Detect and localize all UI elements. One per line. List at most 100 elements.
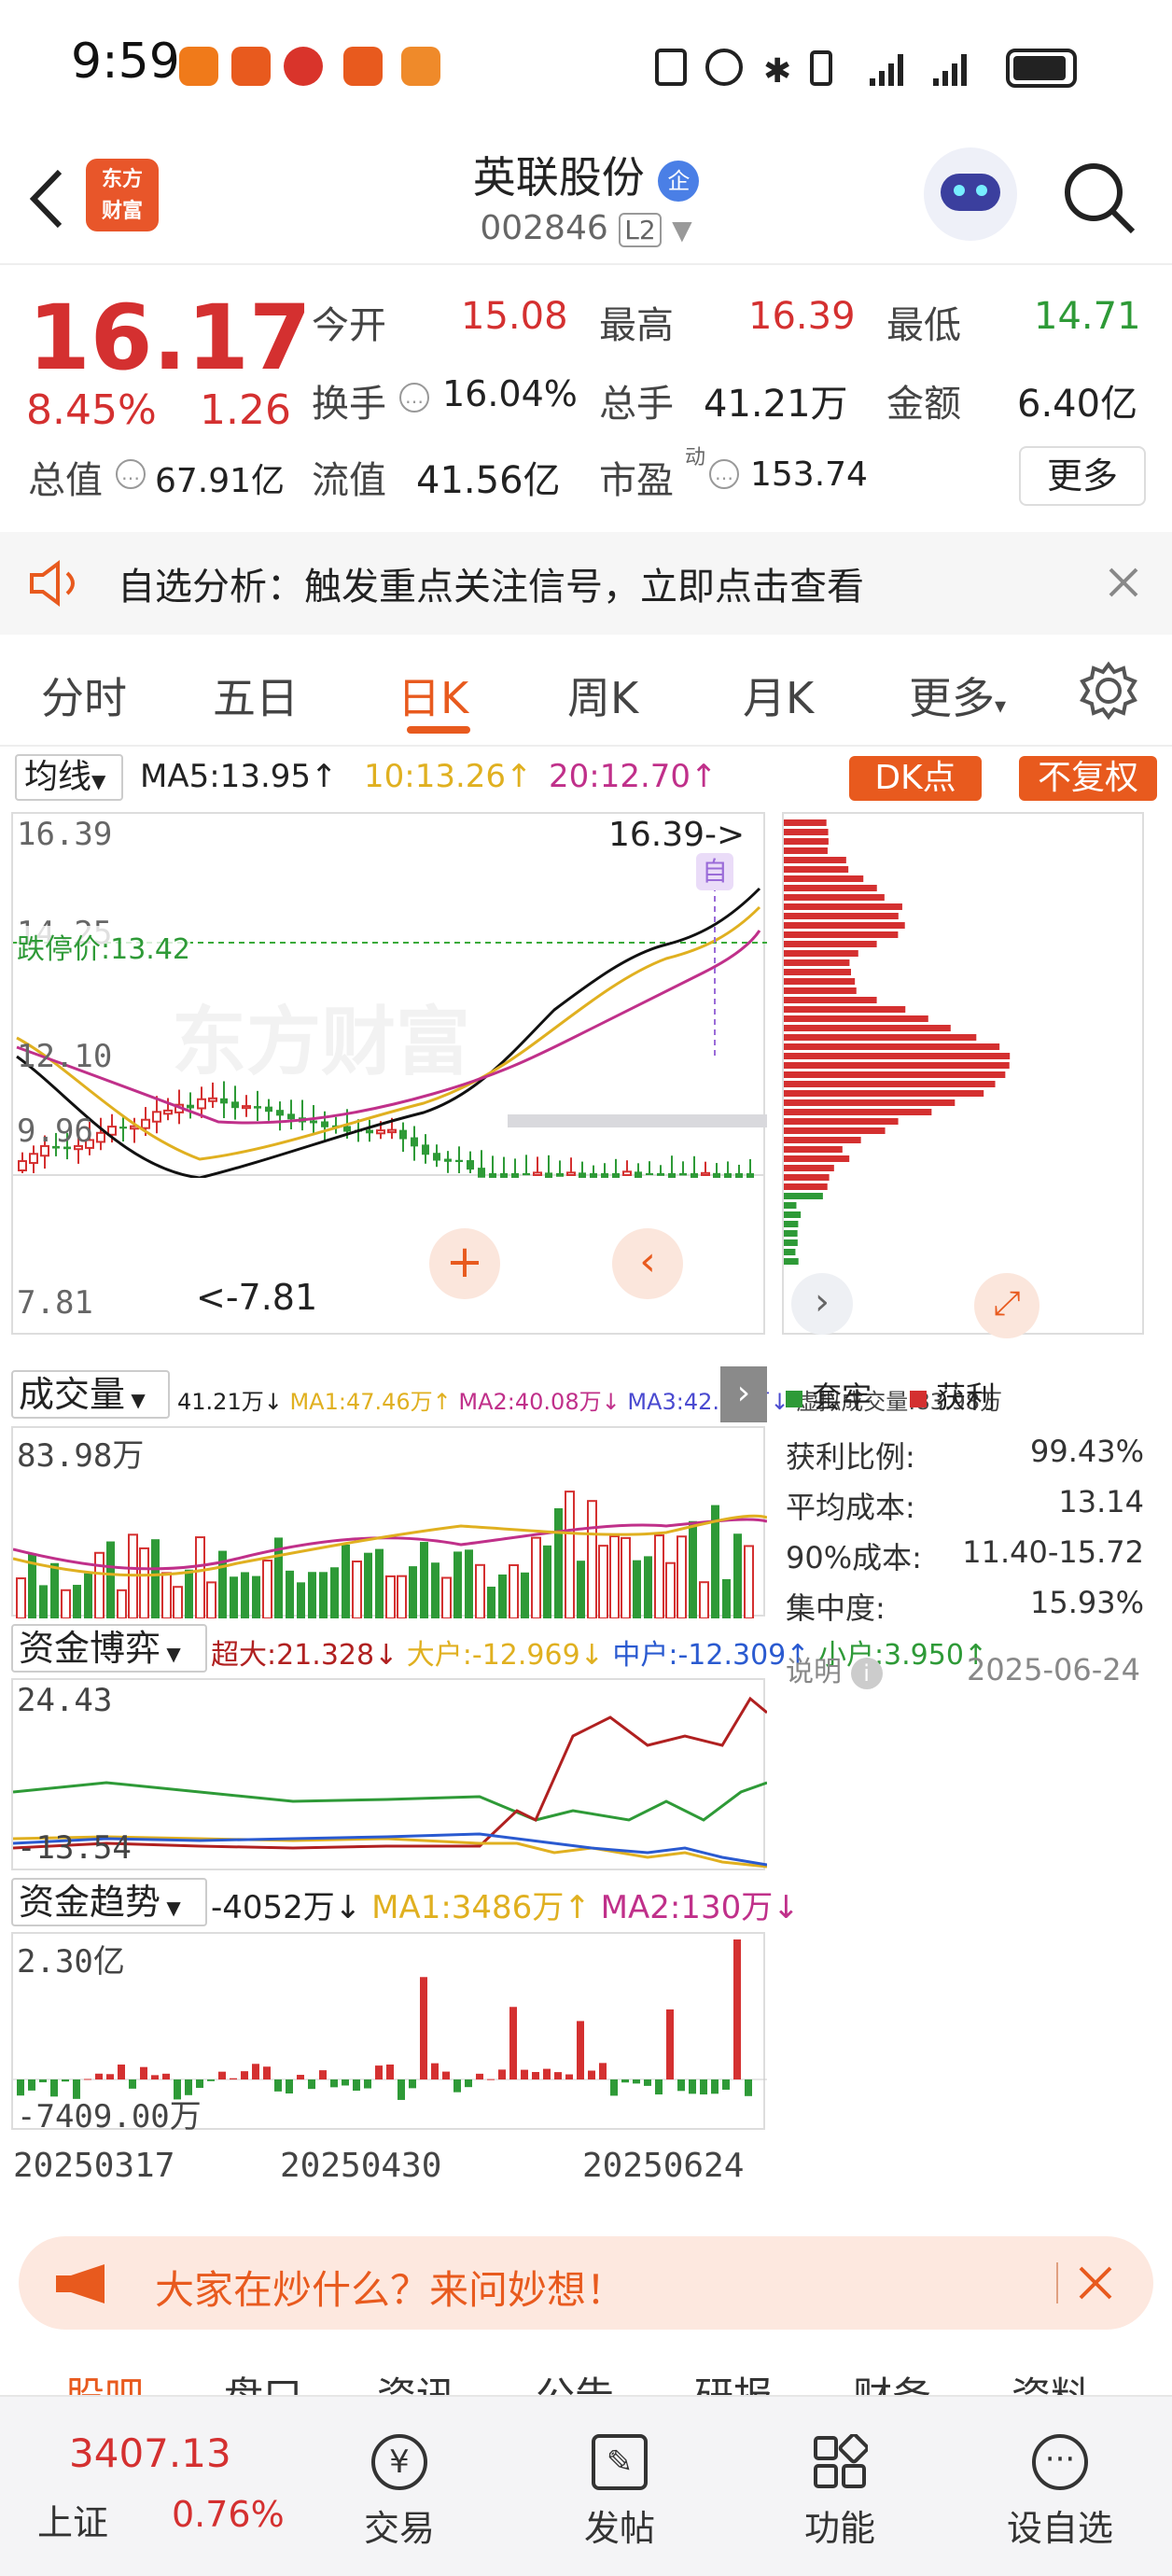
chip-bar xyxy=(784,1127,886,1134)
candle-body xyxy=(208,1097,217,1102)
chip-bar xyxy=(784,1137,861,1143)
chip-bar xyxy=(784,1258,799,1265)
fund-trend-select[interactable]: 资金趋势 ▼ xyxy=(11,1878,207,1926)
chip-note[interactable]: 说明 i xyxy=(786,1648,883,1689)
tab-news[interactable]: 资讯 xyxy=(377,2365,455,2395)
volume-bar xyxy=(565,1491,575,1618)
settings-gear-icon[interactable] xyxy=(1079,661,1138,721)
index-name[interactable]: 上证 xyxy=(37,2494,108,2545)
tab-monthly-k[interactable]: 月K xyxy=(743,665,814,726)
close-icon[interactable] xyxy=(1107,566,1140,599)
volume-indicator-select[interactable]: 成交量 ▼ xyxy=(11,1370,170,1419)
info-dots-icon[interactable]: … xyxy=(709,459,739,489)
tab-research[interactable]: 研报 xyxy=(694,2365,773,2395)
volume-bar xyxy=(241,1572,249,1618)
fund-trend-bar xyxy=(745,2079,752,2096)
candle-body xyxy=(152,1111,161,1123)
functions-button[interactable]: 功能 xyxy=(765,2432,914,2551)
analysis-notice[interactable]: 自选分析：触发重点关注信号，立即点击查看 xyxy=(0,532,1172,635)
tab-finance[interactable]: 财务 xyxy=(853,2365,931,2395)
tab-daily-k[interactable]: 日K xyxy=(398,665,468,726)
index-change[interactable]: 0.76% xyxy=(172,2494,285,2535)
kline-chart-area: 均线▼ MA5:13.95↑ 10:13.26↑ 20:12.70↑ DK点 不… xyxy=(0,747,1172,2203)
add-drawing-button[interactable]: + xyxy=(429,1228,500,1299)
more-button[interactable]: 更多 xyxy=(1019,446,1146,506)
chip-bar xyxy=(784,866,849,873)
fund-trend-panel[interactable]: 2.30亿 -7409.00万 xyxy=(11,1932,767,2135)
fund-trend-bar xyxy=(666,2009,674,2079)
fund-trend-bar xyxy=(308,2079,315,2090)
fund-trend-bar xyxy=(689,2079,696,2094)
robot-assistant-icon[interactable] xyxy=(924,147,1017,241)
fund-game-panel[interactable]: 24.43 -13.54 xyxy=(11,1678,767,1870)
tab-intraday[interactable]: 分时 xyxy=(41,665,127,726)
candle-body xyxy=(701,1171,710,1177)
scroll-left-button[interactable]: ‹ xyxy=(612,1228,683,1299)
chip-distribution-panel[interactable]: › ⤢ xyxy=(782,812,1144,1338)
index-value[interactable]: 3407.13 xyxy=(69,2430,231,2476)
unadjusted-button[interactable]: 不复权 xyxy=(1019,756,1157,801)
fund-trend-bar xyxy=(610,2079,618,2096)
tab-announcement[interactable]: 公告 xyxy=(536,2365,614,2395)
tab-weekly-k[interactable]: 周K xyxy=(567,665,638,726)
pe-value: 153.74 xyxy=(750,455,868,494)
ma-select[interactable]: 均线▼ xyxy=(15,754,123,801)
volume-bar xyxy=(151,1539,160,1618)
tab-pankou[interactable]: 盘口 xyxy=(224,2365,302,2395)
candle-body xyxy=(387,1128,397,1134)
pe-dynamic-sup: 动 xyxy=(685,446,706,469)
chevron-down-icon: ▼ xyxy=(672,215,692,245)
tab-five-day[interactable]: 五日 xyxy=(213,665,299,726)
post-button[interactable]: ✎ 发帖 xyxy=(545,2434,694,2551)
fund-game-select[interactable]: 资金博弈 ▼ xyxy=(11,1624,207,1673)
add-watchlist-button[interactable]: ··· 设自选 xyxy=(985,2434,1135,2551)
fund-trend-bar xyxy=(274,2079,282,2092)
volume-bar xyxy=(587,1500,597,1618)
chip-bar xyxy=(784,1193,823,1199)
turnover-label: 换手 xyxy=(312,383,386,426)
high-value: 16.39 xyxy=(748,295,856,338)
tab-guba[interactable]: 股吧 xyxy=(65,2365,144,2395)
notification-app-icon xyxy=(343,47,383,86)
volume-panel[interactable]: 83.98万 xyxy=(11,1426,767,1618)
tab-profile[interactable]: 资料 xyxy=(1012,2365,1090,2395)
fund-trend-bar xyxy=(554,2072,562,2079)
volume-bar xyxy=(577,1561,585,1618)
expand-icon[interactable]: ⤢ xyxy=(974,1273,1039,1338)
candlestick-panel-lower: 7.81 <-7.81 + ‹ xyxy=(11,1176,765,1335)
chevron-right-icon[interactable]: › xyxy=(720,1366,767,1422)
ask-banner[interactable]: 大家在炒什么？来问妙想！ xyxy=(19,2236,1153,2330)
change-percent: 8.45% xyxy=(26,386,157,434)
fund-trend-bar xyxy=(532,2071,539,2079)
volume-bar xyxy=(128,1533,138,1618)
volume-bar xyxy=(385,1575,396,1618)
fund-trend-bar xyxy=(151,2075,159,2079)
volume-bar xyxy=(722,1578,731,1618)
fund-trend-bar xyxy=(655,2079,663,2095)
chevron-right-icon[interactable]: › xyxy=(791,1273,853,1335)
chip-legend: 套牢 获利 xyxy=(786,1374,996,1417)
chip-bar xyxy=(784,1174,830,1181)
search-icon[interactable] xyxy=(1060,159,1138,237)
dk-point-button[interactable]: DK点 xyxy=(849,756,982,801)
candle-body xyxy=(376,1129,385,1135)
volume-bar xyxy=(431,1562,440,1618)
chip-bar xyxy=(784,1081,996,1087)
mktcap-value: 67.91亿 xyxy=(155,462,286,500)
trade-button[interactable]: ¥ 交易 xyxy=(325,2434,474,2551)
chip-bar xyxy=(784,1043,1000,1050)
date-mid: 20250430 xyxy=(280,2147,442,2185)
amount-value: 6.40亿 xyxy=(1017,383,1138,426)
fund-trend-bar xyxy=(129,2079,136,2089)
volume-bar xyxy=(487,1586,495,1618)
self-select-tag[interactable]: 自 xyxy=(696,853,733,890)
candlestick-panel[interactable]: 东方财富 16.39 14.25 跌停价:13.42 12.10 9.96 16… xyxy=(11,812,767,1178)
info-dots-icon[interactable]: … xyxy=(116,459,146,489)
low-label: 最低 xyxy=(886,304,961,347)
fund-trend-bar xyxy=(297,2075,304,2079)
volume-bar xyxy=(297,1582,305,1618)
open-value: 15.08 xyxy=(461,295,568,338)
close-icon[interactable] xyxy=(1077,2264,1114,2302)
info-dots-icon[interactable]: … xyxy=(399,383,429,413)
tab-more[interactable]: 更多▾ xyxy=(909,665,1006,726)
